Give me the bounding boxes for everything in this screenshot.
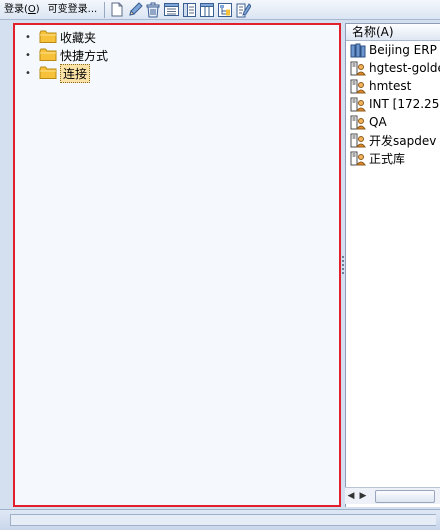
logon-button[interactable]: 登录(O) xyxy=(0,1,44,19)
logon-label: 登录( xyxy=(4,3,28,15)
tree-item-favorites[interactable]: • 收藏夹 xyxy=(23,28,96,46)
toolbar: 登录(O) 可变登录... xyxy=(0,0,440,20)
folder-icon xyxy=(39,30,57,43)
list-item[interactable]: 正式库 xyxy=(346,149,440,167)
list-item[interactable]: hmtest xyxy=(346,77,440,95)
grip-dot xyxy=(342,256,344,258)
scroll-right-icon[interactable]: ▶ xyxy=(357,489,369,504)
status-field xyxy=(10,514,436,526)
logon-label-close: ) xyxy=(35,3,40,15)
system-connection-icon xyxy=(350,151,366,165)
list-item-label: 正式库 xyxy=(369,151,406,166)
tree-bullet: • xyxy=(25,67,31,79)
grip-dot xyxy=(342,268,344,270)
list-item-label: hmtest xyxy=(369,79,412,93)
tree-item-shortcuts[interactable]: • 快捷方式 xyxy=(23,46,108,64)
logon-mnemonic: O xyxy=(27,3,36,15)
tree-item-label: 快捷方式 xyxy=(60,48,109,63)
list-item-label: hgtest-golder xyxy=(369,61,440,75)
delete-trash-icon[interactable] xyxy=(144,1,162,19)
list-item-label: 开发sapdev xyxy=(369,133,437,148)
horizontal-scrollbar[interactable]: ◀ ▶ xyxy=(345,487,440,504)
grip-dot xyxy=(342,264,344,266)
list-item-label: Beijing ERP P xyxy=(369,43,440,57)
detail-view-icon[interactable] xyxy=(180,1,198,19)
status-bar xyxy=(0,509,440,530)
list-item[interactable]: 开发sapdev xyxy=(346,131,440,149)
grip-dot xyxy=(342,260,344,262)
variable-logon-button[interactable]: 可变登录... xyxy=(44,1,102,19)
list-item-label: QA xyxy=(369,115,387,129)
list-view-icon[interactable] xyxy=(162,1,180,19)
system-list-panel[interactable]: 名称(A) Beijing ERP P hgtest-golder hmtest… xyxy=(345,23,440,507)
system-connection-icon xyxy=(350,133,366,147)
group-system-icon xyxy=(350,43,366,57)
tree-item-label: 收藏夹 xyxy=(60,30,97,45)
folder-icon xyxy=(39,66,57,79)
column-header-name[interactable]: 名称(A) xyxy=(346,24,440,41)
system-connection-icon xyxy=(350,61,366,75)
new-document-icon[interactable] xyxy=(108,1,126,19)
variable-logon-label: 可变登录... xyxy=(47,3,98,15)
columns-view-icon[interactable] xyxy=(198,1,216,19)
scroll-thumb[interactable] xyxy=(375,489,435,503)
tree-bullet: • xyxy=(25,49,31,61)
list-item[interactable]: INT [172.25. xyxy=(346,95,440,113)
toolbar-separator xyxy=(104,1,106,18)
connection-tree-panel[interactable]: • 收藏夹 • 快捷方式 • 连接 xyxy=(13,23,341,507)
system-connection-icon xyxy=(350,97,366,111)
list-item[interactable]: Beijing ERP P xyxy=(346,41,440,59)
properties-edit-icon[interactable] xyxy=(234,1,252,19)
tree-item-label: 连接 xyxy=(60,63,91,83)
scroll-left-icon[interactable]: ◀ xyxy=(345,489,357,504)
grip-dot xyxy=(342,272,344,274)
tree-view-icon[interactable] xyxy=(216,1,234,19)
tree-item-connections[interactable]: • 连接 xyxy=(23,63,91,83)
list-item[interactable]: hgtest-golder xyxy=(346,59,440,77)
list-item-label: INT [172.25. xyxy=(369,97,440,111)
system-connection-icon xyxy=(350,79,366,93)
tree-bullet: • xyxy=(25,31,31,43)
folder-icon xyxy=(39,48,57,61)
edit-pencil-icon[interactable] xyxy=(126,1,144,19)
list-item[interactable]: QA xyxy=(346,113,440,131)
column-header-label: 名称(A) xyxy=(352,25,394,39)
system-connection-icon xyxy=(350,115,366,129)
